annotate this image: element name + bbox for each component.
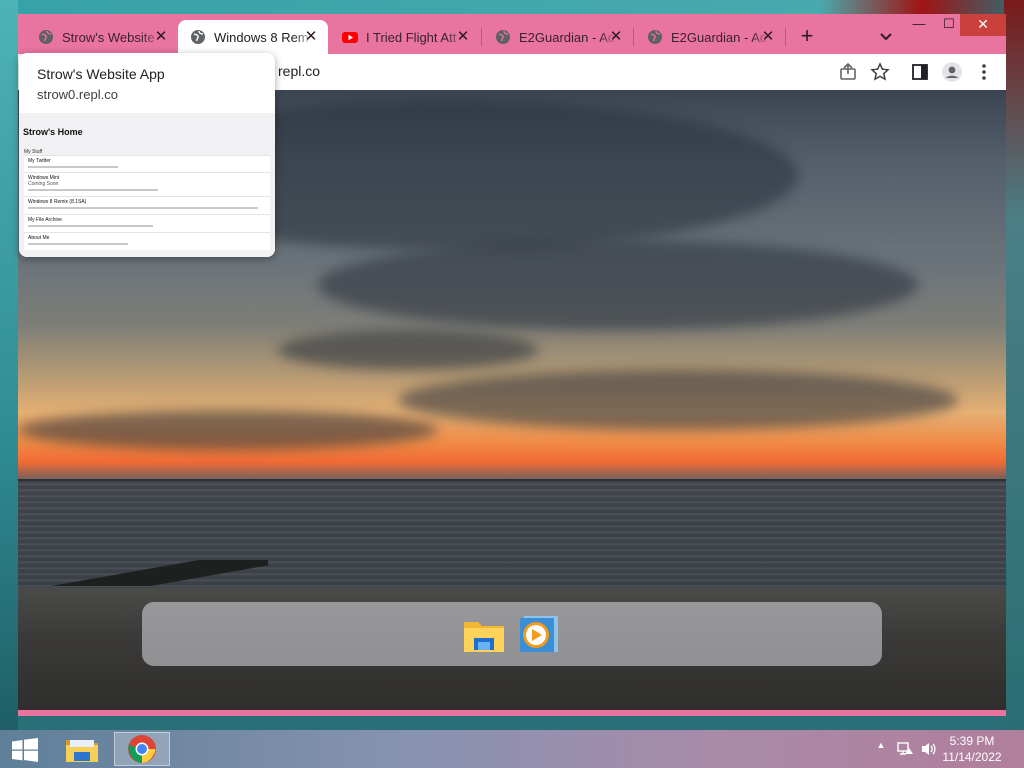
tab-close-icon[interactable]: ✕	[454, 28, 472, 46]
tab-strows-website[interactable]: Strow's Website ✕	[26, 20, 178, 54]
chrome-icon	[128, 735, 156, 763]
hover-card-title: Strow's Website App	[37, 66, 165, 82]
tab-separator	[785, 28, 786, 46]
share-icon[interactable]	[838, 62, 858, 82]
cloud	[18, 410, 438, 450]
tab-youtube-video[interactable]: I Tried Flight Att ✕	[330, 20, 480, 54]
minimize-button[interactable]: —	[904, 14, 934, 36]
desktop-background-right	[1004, 0, 1024, 730]
preview-text-line	[28, 243, 128, 245]
tab-hover-card: Strow's Website App strow0.repl.co Strow…	[19, 53, 275, 257]
menu-kebab-icon[interactable]	[974, 62, 994, 82]
desktop-background-top	[0, 0, 1024, 14]
tab-title: Windows 8 Rem	[214, 29, 309, 45]
tab-strip: Strow's Website ✕ Windows 8 Rem ✕ I Trie…	[18, 14, 1006, 54]
taskbar-file-explorer[interactable]	[54, 732, 110, 766]
preview-item-title: About Me	[28, 235, 50, 241]
tab-close-icon[interactable]: ✕	[152, 28, 170, 46]
horizon	[18, 479, 1006, 481]
file-explorer-icon[interactable]	[462, 614, 506, 654]
preview-heading: Strow's Home	[23, 127, 83, 137]
tab-windows-8-remix[interactable]: Windows 8 Rem ✕	[178, 20, 328, 54]
cloud	[278, 330, 538, 370]
network-icon[interactable]	[896, 740, 914, 758]
hover-card-url: strow0.repl.co	[37, 87, 118, 102]
preview-item-subtitle: Coming Soon	[28, 181, 59, 187]
preview-text-line	[28, 225, 153, 227]
clock[interactable]: 5:39 PM 11/14/2022	[932, 733, 1012, 765]
globe-icon	[39, 30, 53, 44]
clock-date: 11/14/2022	[942, 750, 1002, 764]
clock-time: 5:39 PM	[949, 734, 995, 748]
tab-separator	[633, 28, 634, 46]
bookmark-star-icon[interactable]	[870, 62, 890, 82]
file-explorer-icon	[66, 740, 98, 762]
groyne	[18, 560, 268, 586]
globe-icon	[191, 30, 205, 44]
taskbar: ▲ 5:39 PM 11/14/2022	[0, 730, 1024, 768]
preview-item: Windows 8 Remix (8.1SA)	[24, 196, 270, 214]
close-window-button[interactable]: ✕	[960, 14, 1006, 36]
preview-item-title: My Twitter	[28, 158, 51, 164]
tray-overflow-icon[interactable]: ▲	[872, 740, 890, 758]
cloud	[318, 240, 918, 330]
tab-title: E2Guardian - Ac	[519, 29, 615, 45]
tab-title: Strow's Website	[62, 29, 155, 45]
preview-item: About Me	[24, 232, 270, 250]
preview-item: My Twitter	[24, 155, 270, 172]
side-panel-icon[interactable]	[910, 62, 930, 82]
preview-item: Windows Mint Coming Soon	[24, 172, 270, 196]
preview-text-line	[28, 166, 118, 168]
youtube-icon	[342, 32, 358, 43]
profile-icon[interactable]	[942, 62, 962, 82]
tab-close-icon[interactable]: ✕	[607, 28, 625, 46]
hover-card-preview: Strow's Home My Stuff My Twitter Windows…	[19, 113, 275, 257]
tab-e2guardian-2[interactable]: E2Guardian - Ac ✕	[635, 20, 785, 54]
globe-icon	[496, 30, 510, 44]
cloud	[398, 370, 958, 430]
media-player-icon[interactable]	[516, 614, 560, 654]
app-dock	[142, 602, 882, 666]
preview-text-line	[28, 189, 158, 191]
taskbar-chrome[interactable]	[114, 732, 170, 766]
address-bar[interactable]: repl.co	[278, 63, 320, 79]
tab-title: I Tried Flight Att	[366, 29, 457, 45]
preview-item: My File Archive	[24, 214, 270, 232]
preview-item-title: My File Archive	[28, 217, 62, 223]
chevron-down-icon[interactable]	[876, 26, 896, 46]
windows-start-icon[interactable]	[12, 738, 38, 762]
desktop-background-left	[0, 0, 18, 730]
tab-separator	[481, 28, 482, 46]
preview-text-line	[28, 207, 258, 209]
tab-close-icon[interactable]: ✕	[302, 28, 320, 46]
tab-e2guardian-1[interactable]: E2Guardian - Ac ✕	[483, 20, 633, 54]
tab-close-icon[interactable]: ✕	[759, 28, 777, 46]
globe-icon	[648, 30, 662, 44]
tab-title: E2Guardian - Ac	[671, 29, 767, 45]
preview-item-title: Windows 8 Remix (8.1SA)	[28, 199, 87, 205]
new-tab-button[interactable]: +	[796, 25, 818, 48]
